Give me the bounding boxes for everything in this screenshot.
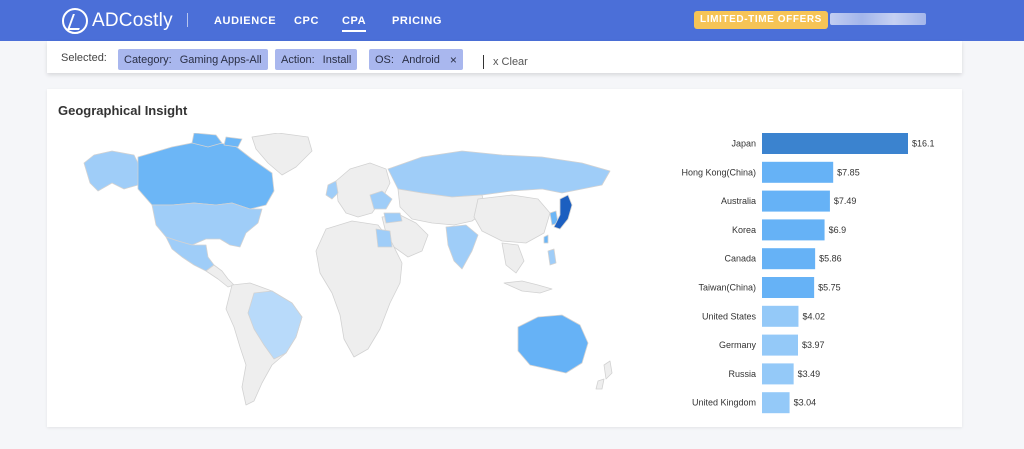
map-region-japan[interactable] [553, 194, 573, 230]
top-nav-bar: ADCostly AUDIENCE CPC CPA PRICING LIMITE… [0, 0, 1024, 41]
world-map [83, 133, 613, 406]
map-region-alaska[interactable] [83, 150, 141, 192]
bar-category-label: Germany [719, 340, 757, 350]
bar[interactable] [762, 277, 815, 298]
bar-category-label: Russia [728, 369, 756, 379]
nav-cpa[interactable]: CPA [342, 0, 367, 41]
bar-category-label: Korea [732, 225, 756, 235]
map-region-southeast-asia[interactable] [501, 242, 525, 274]
bar[interactable] [762, 248, 816, 270]
logo[interactable]: ADCostly [62, 8, 173, 34]
bar[interactable] [762, 190, 830, 212]
logo-text: ADCostly [92, 10, 173, 31]
bar-value-label: $16.1 [912, 139, 935, 149]
map-region-central-america[interactable] [205, 264, 235, 288]
bar-value-label: $3.04 [794, 398, 817, 408]
nav-pricing[interactable]: PRICING [392, 0, 442, 41]
filter-chip-os[interactable]: OS: Android × [369, 49, 463, 70]
bar[interactable] [762, 161, 834, 183]
clear-divider [483, 55, 484, 69]
map-region-turkey[interactable] [383, 212, 403, 224]
bar-value-label: $4.02 [802, 311, 825, 321]
bar[interactable] [762, 392, 790, 414]
filter-chip-category[interactable]: Category: Gaming Apps-All [118, 49, 268, 70]
bar-value-label: $3.97 [802, 340, 825, 350]
cost-by-country-bar-chart: Japan $16.1 Hong Kong(China) $7.85 Australia… [681, 133, 935, 414]
map-region-new-zealand[interactable] [595, 360, 613, 390]
user-account-menu[interactable] [830, 13, 926, 25]
filter-chip-action[interactable]: Action: Install [275, 49, 358, 70]
clear-filters-button[interactable]: x Clear [493, 56, 528, 68]
bar-category-label: Australia [721, 196, 756, 206]
map-region-china[interactable] [473, 194, 551, 244]
bar-category-label: Taiwan(China) [698, 283, 756, 293]
panel-title: Geographical Insight [58, 103, 188, 118]
bar[interactable] [762, 363, 794, 385]
logo-icon [62, 8, 88, 34]
selected-filters-bar: Selected: Category: Gaming Apps-All Acti… [47, 41, 962, 73]
map-region-australia[interactable] [517, 314, 589, 374]
chip-value: Gaming Apps-All [179, 53, 262, 66]
map-region-philippines[interactable] [547, 248, 557, 266]
bar-category-label: Canada [724, 254, 756, 264]
map-region-india[interactable] [445, 224, 479, 270]
bar-value-label: $7.49 [834, 196, 857, 206]
map-region-taiwan[interactable] [543, 234, 549, 244]
bar[interactable] [762, 305, 799, 327]
map-region-russia[interactable] [387, 150, 611, 198]
bar-category-label: United Kingdom [692, 398, 756, 408]
bar-category-label: Japan [731, 139, 756, 149]
chip-value: Install [322, 53, 352, 66]
bar[interactable] [762, 219, 825, 241]
bar[interactable] [762, 133, 908, 154]
bar-value-label: $5.75 [818, 283, 841, 293]
close-icon[interactable]: × [450, 53, 457, 67]
bar-value-label: $6.9 [829, 225, 847, 235]
map-region-canada[interactable] [137, 140, 275, 210]
bar-category-label: Hong Kong(China) [681, 167, 756, 177]
bar[interactable] [762, 334, 799, 356]
bar-value-label: $5.86 [819, 254, 842, 264]
map-region-indonesia[interactable] [503, 280, 553, 294]
chip-key: Action: [281, 53, 315, 66]
bar-value-label: $7.85 [837, 167, 860, 177]
bar-category-label: United States [702, 311, 757, 321]
nav-audience[interactable]: AUDIENCE [214, 0, 276, 41]
nav-cpc[interactable]: CPC [294, 0, 319, 41]
selected-label: Selected: [61, 52, 107, 64]
map-region-europe-east[interactable] [369, 190, 393, 210]
chip-key: Category: [124, 53, 172, 66]
limited-time-offers-button[interactable]: LIMITED-TIME OFFERS [694, 11, 828, 29]
chip-key: OS: [375, 53, 394, 66]
map-region-egypt[interactable] [375, 228, 393, 248]
logo-divider [187, 13, 188, 27]
chip-value: Android [401, 53, 440, 66]
bar-value-label: $3.49 [798, 369, 821, 379]
map-region-united-kingdom[interactable] [325, 180, 339, 200]
